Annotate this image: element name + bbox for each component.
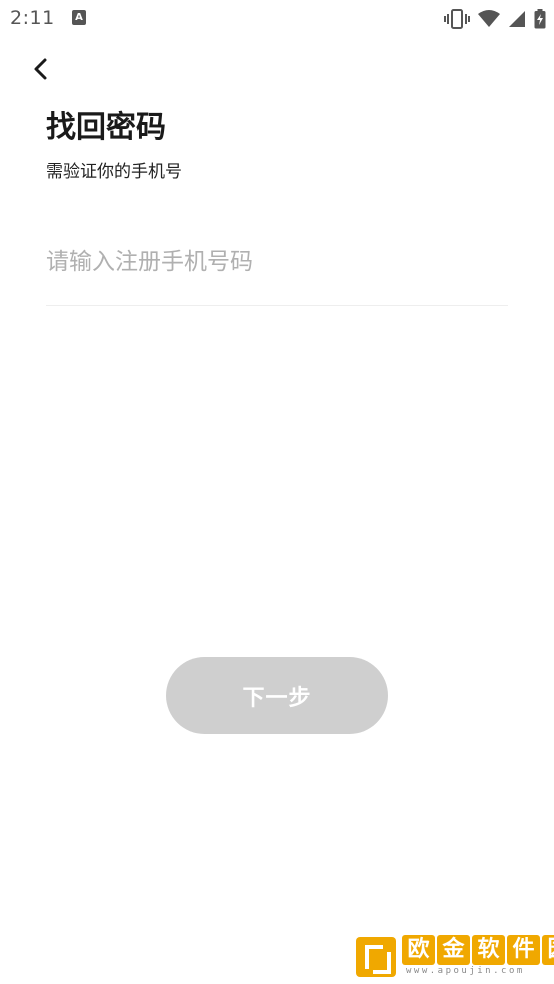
vibrate-icon	[444, 9, 470, 29]
watermark-char: 件	[507, 935, 540, 965]
signal-icon	[508, 10, 526, 28]
battery-charging-icon	[534, 9, 546, 29]
watermark-char: 欧	[402, 935, 435, 965]
phone-number-input[interactable]	[46, 238, 508, 286]
back-button[interactable]	[24, 54, 58, 88]
status-icons	[444, 8, 546, 30]
watermark-text: 欧 金 软 件 园	[402, 935, 554, 965]
page-title: 找回密码	[46, 110, 166, 145]
watermark-url: www.apoujin.com	[406, 966, 525, 976]
watermark-char: 金	[437, 935, 470, 965]
page-subtitle: 需验证你的手机号	[46, 162, 182, 182]
watermark-logo-icon	[356, 937, 396, 977]
wifi-icon	[478, 10, 500, 28]
watermark-char: 软	[472, 935, 505, 965]
watermark: 欧 金 软 件 园 www.apoujin.com	[356, 935, 554, 979]
status-time: 2:11	[10, 7, 55, 29]
watermark-char: 园	[542, 935, 554, 965]
next-step-button[interactable]: 下一步	[166, 657, 388, 734]
notification-app-icon: A	[72, 10, 86, 25]
status-bar: 2:11 A	[0, 0, 554, 38]
input-divider	[46, 305, 508, 306]
chevron-left-icon	[33, 57, 49, 85]
